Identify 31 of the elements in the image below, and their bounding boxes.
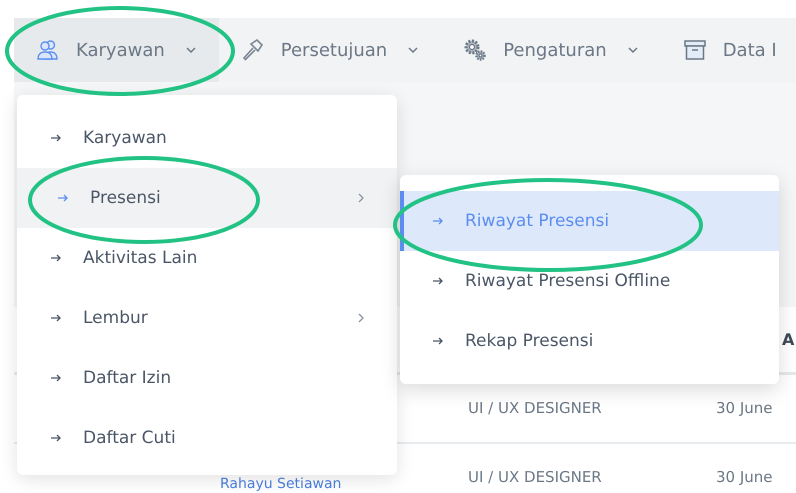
users-icon <box>36 38 60 62</box>
table-cell-text: UI / UX DESIGNER <box>468 399 603 417</box>
arrow-icon <box>57 192 69 204</box>
archive-icon <box>682 38 707 62</box>
arrow-icon <box>432 275 444 287</box>
nav-item[interactable]: Karyawan <box>14 18 219 82</box>
employee-link[interactable]: Rahayu Setiawan <box>220 476 342 492</box>
table-cell-text: 30 June <box>716 468 774 486</box>
gears-icon <box>463 38 488 62</box>
menu-item[interactable]: Rekap Presensi <box>400 311 779 371</box>
menu-item[interactable]: Daftar Izin <box>17 348 397 408</box>
menu-item[interactable]: Riwayat Presensi Offline <box>400 251 779 311</box>
table-cell-text: UI / UX DESIGNER <box>468 468 603 486</box>
menu-item[interactable]: Karyawan <box>17 108 397 168</box>
arrow-icon <box>50 132 62 144</box>
menu-item[interactable]: Lembur <box>17 288 397 348</box>
menu-item[interactable]: Daftar Cuti <box>17 408 397 468</box>
arrow-icon <box>50 432 62 444</box>
hammer-icon <box>240 38 265 62</box>
arrow-icon <box>50 372 62 384</box>
menu-item[interactable]: Presensi <box>17 168 397 228</box>
arrow-icon <box>50 312 62 324</box>
menu-item[interactable]: Aktivitas Lain <box>17 228 397 288</box>
nav-item[interactable]: Pengaturan <box>441 18 661 82</box>
arrow-icon <box>432 215 444 227</box>
nav-item[interactable]: Persetujuan <box>218 18 442 82</box>
column-header: A <box>782 330 796 349</box>
nav-item[interactable]: Data I <box>660 18 796 82</box>
table-cell-text: 30 June <box>716 399 774 417</box>
arrow-icon <box>50 252 62 264</box>
arrow-icon <box>432 335 444 347</box>
